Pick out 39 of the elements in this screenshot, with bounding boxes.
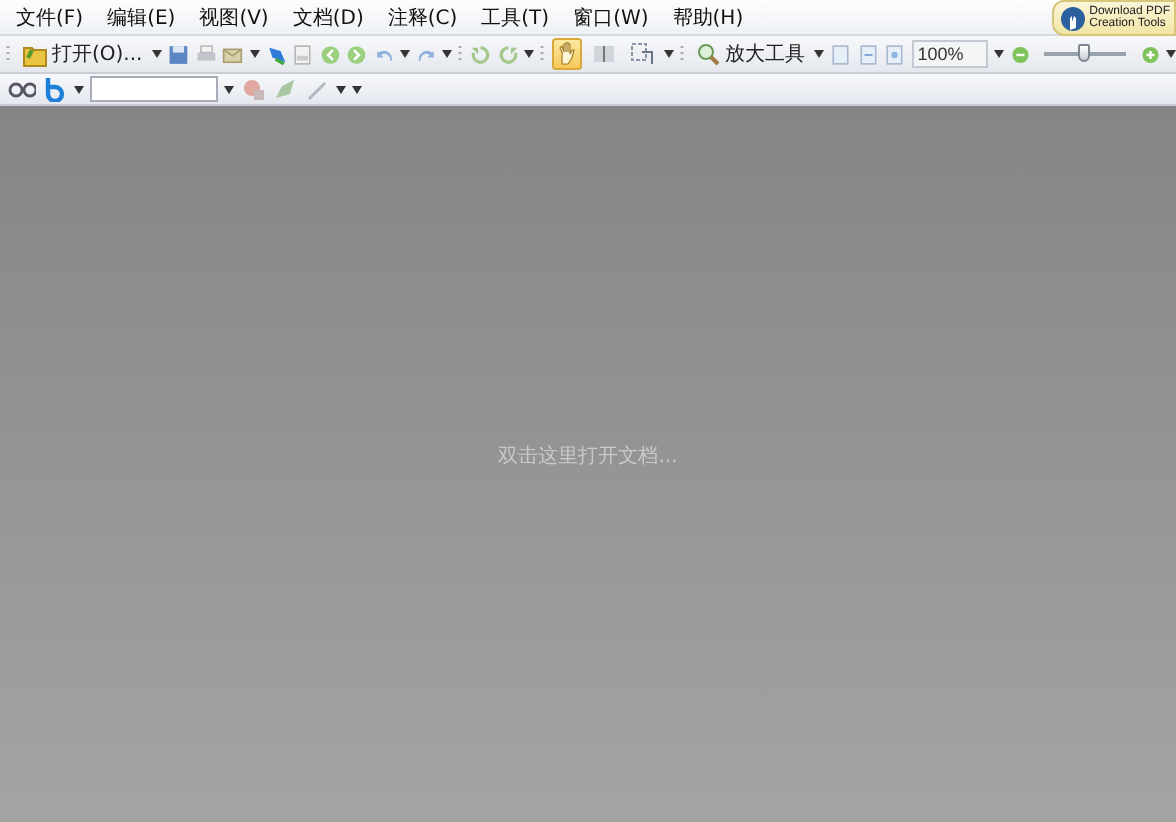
zoom-tool-button[interactable]: 放大工具: [692, 36, 809, 72]
tool-button[interactable]: [626, 38, 659, 70]
menu-item[interactable]: 窗口(W): [565, 3, 665, 31]
text-select-icon: [592, 42, 617, 66]
zoom-field[interactable]: 100%: [911, 40, 988, 68]
folder-icon[interactable]: [22, 41, 48, 67]
caret-icon[interactable]: [1165, 50, 1176, 58]
caret-icon[interactable]: [224, 85, 234, 93]
caret-icon[interactable]: [152, 50, 163, 58]
printer-icon[interactable]: [195, 41, 217, 67]
fit-width-icon[interactable]: [857, 41, 879, 67]
rotate-left-icon[interactable]: [470, 41, 492, 67]
caret-icon[interactable]: [664, 50, 675, 58]
hand-icon: [556, 42, 579, 66]
open-button[interactable]: 打开(O)...: [18, 36, 147, 72]
tool-button[interactable]: [552, 38, 583, 70]
slider-thumb[interactable]: [1078, 43, 1091, 61]
caret-icon[interactable]: [249, 50, 260, 58]
menu-item[interactable]: 工具(T): [473, 3, 566, 31]
menu-item[interactable]: 视图(V): [191, 3, 285, 31]
search-field[interactable]: [90, 76, 218, 102]
caret-icon[interactable]: [399, 50, 410, 58]
caret-icon[interactable]: [442, 50, 453, 58]
menu-item[interactable]: 编辑(E): [99, 3, 192, 31]
forward-icon[interactable]: [346, 41, 367, 67]
caret-icon[interactable]: [524, 50, 535, 58]
menu-item[interactable]: 帮助(H): [664, 3, 760, 31]
document-icon[interactable]: [292, 41, 314, 67]
actual-size-icon[interactable]: [884, 41, 906, 67]
caret-icon[interactable]: [993, 50, 1004, 58]
menu-item[interactable]: 文档(D): [284, 3, 380, 31]
caret-icon[interactable]: [814, 50, 825, 58]
menu-item[interactable]: 文件(F): [8, 3, 100, 31]
snapshot-icon: [630, 42, 655, 66]
caret-icon[interactable]: [74, 85, 84, 93]
back-icon[interactable]: [319, 41, 341, 67]
magnifier-icon: [696, 42, 721, 66]
menu-item[interactable]: 注释(C): [379, 3, 474, 31]
b-logo-icon[interactable]: [42, 76, 68, 102]
